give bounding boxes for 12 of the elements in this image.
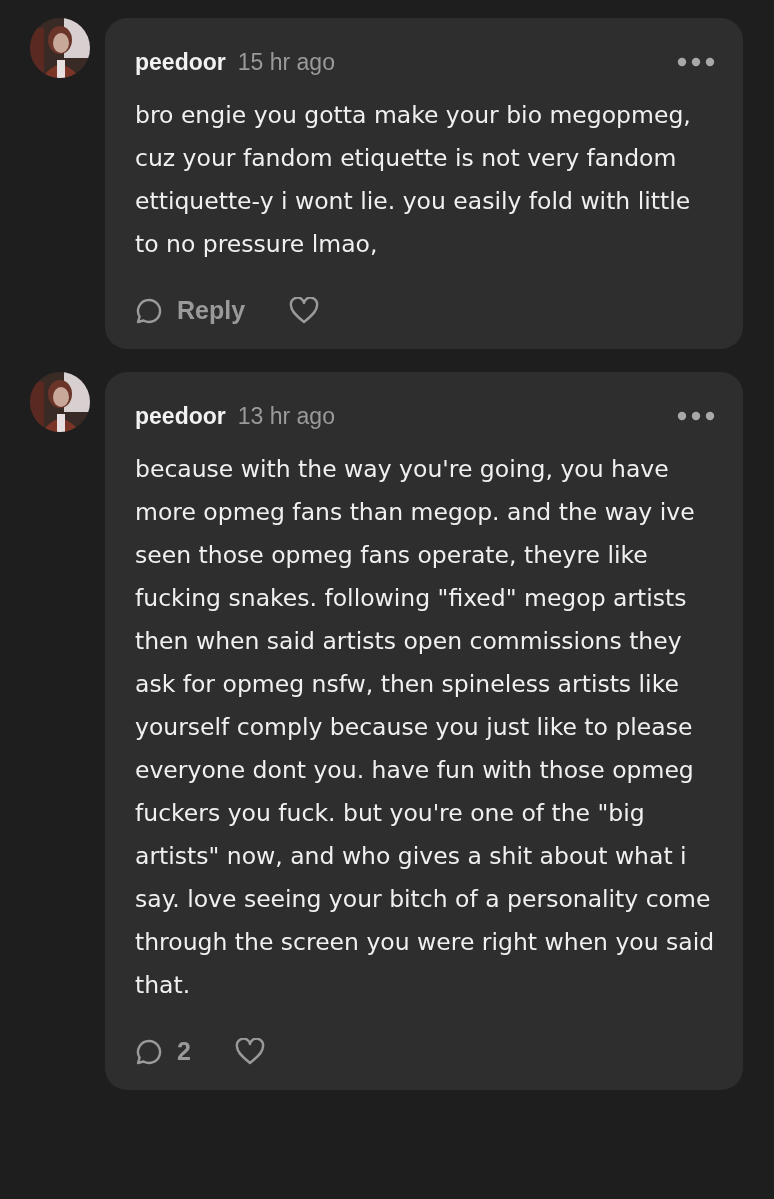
heart-icon[interactable] — [289, 297, 320, 324]
reply-button[interactable]: Reply — [135, 296, 246, 325]
comment-text: because with the way you're going, you have more opmeg fans than megop. and the way ive seen those opmeg fans operate, theyre like fucking snakes. following "fixed" megop artists then when said artists open commissions they ask for opmeg nsfw, then spineless artists like yourself comply because you just like to please everyone dont you. have fun with those opmeg fuckers you fuck. but you're one of the "big artists" now, and who gives a shit about what i say. love seeing your bitch of a personality come through the screen you were right when you said that. — [135, 454, 715, 1001]
timestamp: 13 hr ago — [237, 402, 335, 430]
comment-icon — [135, 1037, 163, 1066]
comment-icon — [135, 296, 163, 325]
author-name[interactable]: peedoor — [135, 48, 226, 76]
comment-text: bro engie you gotta make your bio megopmeg, cuz your fandom etiquette is not very fandom ettiquette-y i wont lie. you easily fold with little to no pressure lmao, — [135, 100, 692, 260]
timestamp: 15 hr ago — [237, 48, 335, 76]
heart-icon[interactable] — [234, 1038, 265, 1065]
reply-button[interactable]: 2 — [135, 1037, 191, 1066]
author-name[interactable]: peedoor — [135, 402, 226, 430]
